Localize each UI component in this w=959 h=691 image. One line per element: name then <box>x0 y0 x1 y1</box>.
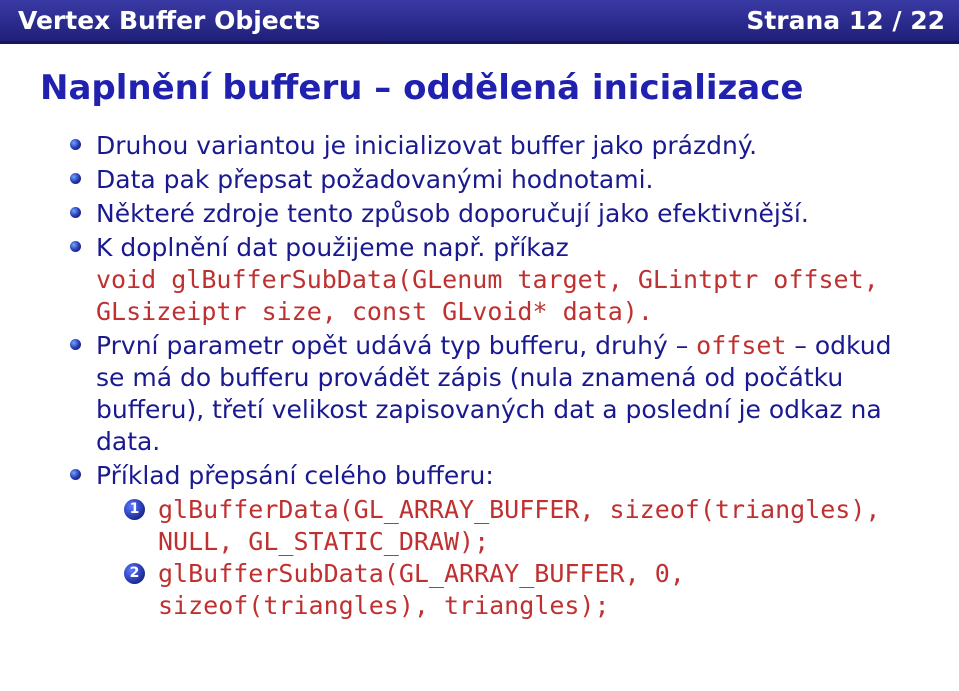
bullet-item: Některé zdroje tento způsob doporučují j… <box>70 198 919 230</box>
bullet-item: K doplnění dat použijeme např. příkazvoi… <box>70 232 919 328</box>
bullet-item: Příklad přepsání celého bufferu: 1 glBuffe… <box>70 460 919 622</box>
bullet-icon <box>70 469 81 480</box>
bullet-item: První parametr opět udává typ bufferu, d… <box>70 330 919 458</box>
bullet-item: Data pak přepsat požadovanými hodnotami. <box>70 164 919 196</box>
bullet-text: K doplnění dat použijeme např. příkaz <box>96 233 569 262</box>
slide-header: Vertex Buffer Objects Strana 12 / 22 <box>0 0 959 44</box>
bullet-list: Druhou variantou je inicializovat buffer… <box>40 130 919 622</box>
bullet-text: Některé zdroje tento způsob doporučují j… <box>96 199 809 228</box>
bullet-icon <box>70 241 81 252</box>
inline-code: offset <box>696 331 786 360</box>
enum-list: 1 glBufferData(GL_ARRAY_BUFFER, sizeof(tr… <box>96 494 919 622</box>
bullet-icon <box>70 207 81 218</box>
bullet-icon <box>70 139 81 150</box>
code-block: glBufferSubData(GL_ARRAY_BUFFER, 0,sizeo… <box>158 558 919 622</box>
enum-item: 2 glBufferSubData(GL_ARRAY_BUFFER, 0,size… <box>124 558 919 622</box>
enum-item: 1 glBufferData(GL_ARRAY_BUFFER, sizeof(tr… <box>124 494 919 558</box>
slide-title: Naplnění bufferu – oddělená inicializace <box>40 68 919 108</box>
bullet-text: První parametr opět udává typ bufferu, d… <box>96 331 696 360</box>
bullet-icon <box>70 173 81 184</box>
enum-number-icon: 2 <box>124 563 145 584</box>
enum-number-icon: 1 <box>124 499 145 520</box>
bullet-text: Druhou variantou je inicializovat buffer… <box>96 131 757 160</box>
bullet-text: Příklad přepsání celého bufferu: <box>96 461 494 490</box>
code-block: glBufferData(GL_ARRAY_BUFFER, sizeof(tri… <box>158 494 919 558</box>
slide-content: Naplnění bufferu – oddělená inicializace… <box>0 44 959 622</box>
bullet-item: Druhou variantou je inicializovat buffer… <box>70 130 919 162</box>
bullet-icon <box>70 339 81 350</box>
header-right: Strana 12 / 22 <box>746 6 945 35</box>
bullet-text: Data pak přepsat požadovanými hodnotami. <box>96 165 653 194</box>
header-left: Vertex Buffer Objects <box>18 6 320 35</box>
code-block: void glBufferSubData(GLenum target, GLin… <box>96 264 919 328</box>
